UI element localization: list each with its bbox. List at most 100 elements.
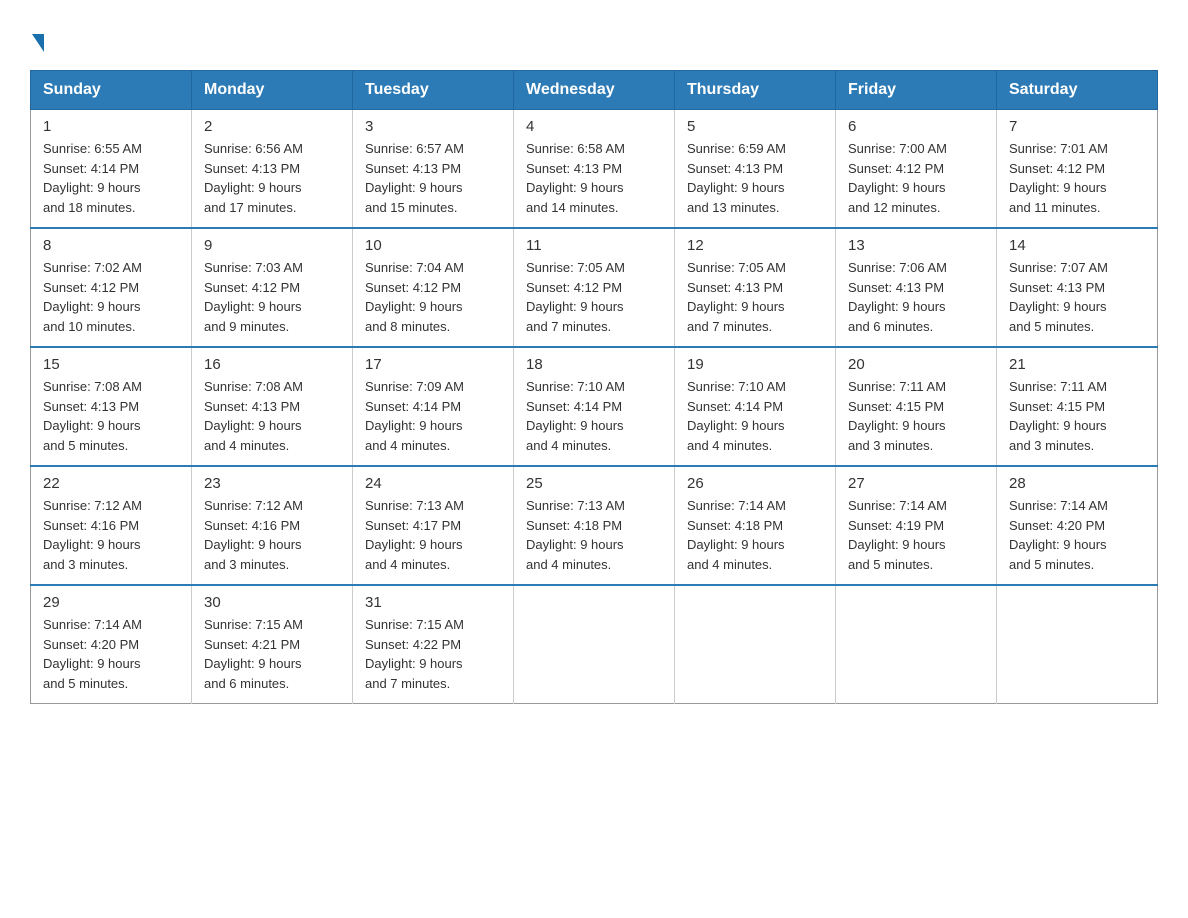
calendar-week-row: 1 Sunrise: 6:55 AMSunset: 4:14 PMDayligh… <box>31 110 1158 229</box>
day-number: 22 <box>43 475 179 492</box>
calendar-week-row: 15 Sunrise: 7:08 AMSunset: 4:13 PMDaylig… <box>31 347 1158 466</box>
calendar-day-cell: 13 Sunrise: 7:06 AMSunset: 4:13 PMDaylig… <box>836 228 997 347</box>
day-info: Sunrise: 7:15 AMSunset: 4:21 PMDaylight:… <box>204 615 340 693</box>
day-info: Sunrise: 7:13 AMSunset: 4:17 PMDaylight:… <box>365 496 501 574</box>
day-number: 28 <box>1009 475 1145 492</box>
calendar-day-cell: 24 Sunrise: 7:13 AMSunset: 4:17 PMDaylig… <box>353 466 514 585</box>
day-info: Sunrise: 6:55 AMSunset: 4:14 PMDaylight:… <box>43 139 179 217</box>
day-info: Sunrise: 7:12 AMSunset: 4:16 PMDaylight:… <box>204 496 340 574</box>
logo-triangle-icon <box>32 34 44 52</box>
day-number: 26 <box>687 475 823 492</box>
day-number: 30 <box>204 594 340 611</box>
calendar-day-cell: 5 Sunrise: 6:59 AMSunset: 4:13 PMDayligh… <box>675 110 836 229</box>
calendar-day-cell: 10 Sunrise: 7:04 AMSunset: 4:12 PMDaylig… <box>353 228 514 347</box>
calendar-day-cell: 20 Sunrise: 7:11 AMSunset: 4:15 PMDaylig… <box>836 347 997 466</box>
day-number: 29 <box>43 594 179 611</box>
day-number: 13 <box>848 237 984 254</box>
day-info: Sunrise: 7:05 AMSunset: 4:13 PMDaylight:… <box>687 258 823 336</box>
calendar-day-cell: 17 Sunrise: 7:09 AMSunset: 4:14 PMDaylig… <box>353 347 514 466</box>
day-info: Sunrise: 7:02 AMSunset: 4:12 PMDaylight:… <box>43 258 179 336</box>
day-info: Sunrise: 7:14 AMSunset: 4:19 PMDaylight:… <box>848 496 984 574</box>
calendar-day-cell: 19 Sunrise: 7:10 AMSunset: 4:14 PMDaylig… <box>675 347 836 466</box>
calendar-day-cell: 18 Sunrise: 7:10 AMSunset: 4:14 PMDaylig… <box>514 347 675 466</box>
day-number: 23 <box>204 475 340 492</box>
page-header <box>30 24 1158 52</box>
calendar-day-cell: 7 Sunrise: 7:01 AMSunset: 4:12 PMDayligh… <box>997 110 1158 229</box>
calendar-day-cell: 9 Sunrise: 7:03 AMSunset: 4:12 PMDayligh… <box>192 228 353 347</box>
calendar-day-cell: 1 Sunrise: 6:55 AMSunset: 4:14 PMDayligh… <box>31 110 192 229</box>
weekday-header-row: SundayMondayTuesdayWednesdayThursdayFrid… <box>31 71 1158 110</box>
calendar-week-row: 8 Sunrise: 7:02 AMSunset: 4:12 PMDayligh… <box>31 228 1158 347</box>
logo <box>30 32 44 52</box>
day-number: 18 <box>526 356 662 373</box>
calendar-day-cell: 4 Sunrise: 6:58 AMSunset: 4:13 PMDayligh… <box>514 110 675 229</box>
day-info: Sunrise: 7:04 AMSunset: 4:12 PMDaylight:… <box>365 258 501 336</box>
day-info: Sunrise: 7:11 AMSunset: 4:15 PMDaylight:… <box>848 377 984 455</box>
day-info: Sunrise: 7:03 AMSunset: 4:12 PMDaylight:… <box>204 258 340 336</box>
day-number: 3 <box>365 118 501 135</box>
day-number: 7 <box>1009 118 1145 135</box>
weekday-header-sunday: Sunday <box>31 71 192 110</box>
day-info: Sunrise: 7:10 AMSunset: 4:14 PMDaylight:… <box>687 377 823 455</box>
calendar-day-cell: 16 Sunrise: 7:08 AMSunset: 4:13 PMDaylig… <box>192 347 353 466</box>
calendar-day-cell: 3 Sunrise: 6:57 AMSunset: 4:13 PMDayligh… <box>353 110 514 229</box>
calendar-day-cell: 21 Sunrise: 7:11 AMSunset: 4:15 PMDaylig… <box>997 347 1158 466</box>
day-info: Sunrise: 6:56 AMSunset: 4:13 PMDaylight:… <box>204 139 340 217</box>
calendar-day-cell: 27 Sunrise: 7:14 AMSunset: 4:19 PMDaylig… <box>836 466 997 585</box>
day-info: Sunrise: 7:08 AMSunset: 4:13 PMDaylight:… <box>43 377 179 455</box>
day-info: Sunrise: 7:08 AMSunset: 4:13 PMDaylight:… <box>204 377 340 455</box>
calendar-day-cell: 12 Sunrise: 7:05 AMSunset: 4:13 PMDaylig… <box>675 228 836 347</box>
weekday-header-tuesday: Tuesday <box>353 71 514 110</box>
weekday-header-monday: Monday <box>192 71 353 110</box>
day-number: 31 <box>365 594 501 611</box>
day-number: 25 <box>526 475 662 492</box>
calendar-week-row: 22 Sunrise: 7:12 AMSunset: 4:16 PMDaylig… <box>31 466 1158 585</box>
calendar-day-cell: 31 Sunrise: 7:15 AMSunset: 4:22 PMDaylig… <box>353 585 514 704</box>
weekday-header-thursday: Thursday <box>675 71 836 110</box>
weekday-header-wednesday: Wednesday <box>514 71 675 110</box>
day-number: 15 <box>43 356 179 373</box>
empty-day-cell <box>836 585 997 704</box>
day-info: Sunrise: 7:14 AMSunset: 4:20 PMDaylight:… <box>43 615 179 693</box>
day-info: Sunrise: 7:15 AMSunset: 4:22 PMDaylight:… <box>365 615 501 693</box>
empty-day-cell <box>675 585 836 704</box>
day-info: Sunrise: 7:14 AMSunset: 4:18 PMDaylight:… <box>687 496 823 574</box>
day-info: Sunrise: 7:10 AMSunset: 4:14 PMDaylight:… <box>526 377 662 455</box>
day-info: Sunrise: 7:11 AMSunset: 4:15 PMDaylight:… <box>1009 377 1145 455</box>
calendar-day-cell: 6 Sunrise: 7:00 AMSunset: 4:12 PMDayligh… <box>836 110 997 229</box>
day-number: 14 <box>1009 237 1145 254</box>
day-info: Sunrise: 7:14 AMSunset: 4:20 PMDaylight:… <box>1009 496 1145 574</box>
calendar-day-cell: 11 Sunrise: 7:05 AMSunset: 4:12 PMDaylig… <box>514 228 675 347</box>
day-info: Sunrise: 6:57 AMSunset: 4:13 PMDaylight:… <box>365 139 501 217</box>
empty-day-cell <box>997 585 1158 704</box>
calendar-day-cell: 8 Sunrise: 7:02 AMSunset: 4:12 PMDayligh… <box>31 228 192 347</box>
day-number: 27 <box>848 475 984 492</box>
day-number: 21 <box>1009 356 1145 373</box>
day-number: 10 <box>365 237 501 254</box>
day-info: Sunrise: 7:07 AMSunset: 4:13 PMDaylight:… <box>1009 258 1145 336</box>
day-number: 1 <box>43 118 179 135</box>
day-info: Sunrise: 7:13 AMSunset: 4:18 PMDaylight:… <box>526 496 662 574</box>
day-info: Sunrise: 7:12 AMSunset: 4:16 PMDaylight:… <box>43 496 179 574</box>
day-number: 4 <box>526 118 662 135</box>
day-info: Sunrise: 6:59 AMSunset: 4:13 PMDaylight:… <box>687 139 823 217</box>
day-info: Sunrise: 7:06 AMSunset: 4:13 PMDaylight:… <box>848 258 984 336</box>
day-info: Sunrise: 7:05 AMSunset: 4:12 PMDaylight:… <box>526 258 662 336</box>
day-info: Sunrise: 6:58 AMSunset: 4:13 PMDaylight:… <box>526 139 662 217</box>
calendar-day-cell: 15 Sunrise: 7:08 AMSunset: 4:13 PMDaylig… <box>31 347 192 466</box>
calendar-day-cell: 14 Sunrise: 7:07 AMSunset: 4:13 PMDaylig… <box>997 228 1158 347</box>
calendar-day-cell: 22 Sunrise: 7:12 AMSunset: 4:16 PMDaylig… <box>31 466 192 585</box>
empty-day-cell <box>514 585 675 704</box>
calendar-day-cell: 26 Sunrise: 7:14 AMSunset: 4:18 PMDaylig… <box>675 466 836 585</box>
day-number: 2 <box>204 118 340 135</box>
weekday-header-saturday: Saturday <box>997 71 1158 110</box>
calendar-day-cell: 23 Sunrise: 7:12 AMSunset: 4:16 PMDaylig… <box>192 466 353 585</box>
calendar-day-cell: 30 Sunrise: 7:15 AMSunset: 4:21 PMDaylig… <box>192 585 353 704</box>
day-number: 6 <box>848 118 984 135</box>
weekday-header-friday: Friday <box>836 71 997 110</box>
day-info: Sunrise: 7:01 AMSunset: 4:12 PMDaylight:… <box>1009 139 1145 217</box>
calendar-table: SundayMondayTuesdayWednesdayThursdayFrid… <box>30 70 1158 704</box>
calendar-day-cell: 25 Sunrise: 7:13 AMSunset: 4:18 PMDaylig… <box>514 466 675 585</box>
day-number: 11 <box>526 237 662 254</box>
day-number: 8 <box>43 237 179 254</box>
